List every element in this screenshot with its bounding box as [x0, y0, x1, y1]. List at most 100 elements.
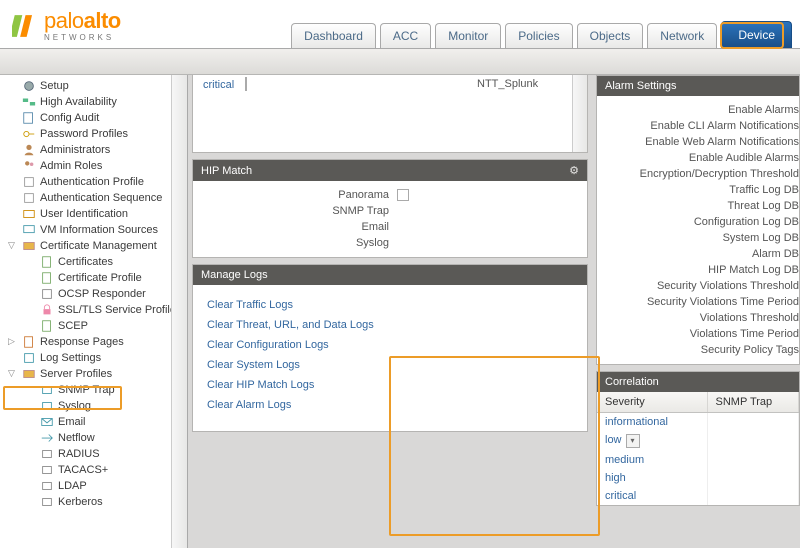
clear-alarm-logs-link[interactable]: Clear Alarm Logs — [207, 395, 573, 415]
cert-icon — [40, 271, 54, 285]
clear-traffic-logs-link[interactable]: Clear Traffic Logs — [207, 295, 573, 315]
field-label: SNMP Trap — [239, 205, 389, 217]
sidebar-item-auth-seq[interactable]: Authentication Sequence — [0, 190, 187, 206]
lock-icon — [40, 303, 54, 317]
users-icon — [22, 159, 36, 173]
alarm-settings-panel: Alarm Settings Enable Alarms Enable CLI … — [596, 75, 800, 365]
clear-system-logs-link[interactable]: Clear System Logs — [207, 355, 573, 375]
checkbox[interactable] — [245, 77, 247, 91]
ha-icon — [22, 95, 36, 109]
tab-network[interactable]: Network — [647, 23, 717, 48]
chevron-down-icon[interactable]: ▽ — [8, 368, 18, 378]
sidebar-item-syslog[interactable]: Syslog — [0, 398, 187, 414]
log-icon — [22, 351, 36, 365]
sidebar-item-ocsp[interactable]: OCSP Responder — [0, 286, 187, 302]
sidebar-item-radius[interactable]: RADIUS — [0, 446, 187, 462]
sidebar-item-vm-info[interactable]: VM Information Sources — [0, 222, 187, 238]
gear-icon[interactable]: ⚙ — [569, 164, 579, 177]
tab-monitor[interactable]: Monitor — [435, 23, 501, 48]
setting-row: Traffic Log DB — [607, 182, 799, 198]
tab-device[interactable]: Device — [721, 21, 792, 48]
setting-row: Enable Web Alarm Notifications — [607, 134, 799, 150]
tab-dashboard[interactable]: Dashboard — [291, 23, 376, 48]
header-bar: paloalto NETWORKS Dashboard ACC Monitor … — [0, 0, 800, 49]
table-row[interactable]: critical — [597, 487, 799, 505]
panel-title: HIP Match — [201, 165, 252, 177]
cert-icon — [40, 255, 54, 269]
severity-cell[interactable]: critical — [203, 78, 237, 92]
table-row[interactable]: informational — [597, 413, 799, 432]
folder-icon — [22, 239, 36, 253]
gear-icon — [22, 79, 36, 93]
sidebar-item-config-audit[interactable]: Config Audit — [0, 110, 187, 126]
scrollbar[interactable] — [572, 75, 587, 152]
tab-policies[interactable]: Policies — [505, 23, 572, 48]
sidebar-item-snmp[interactable]: SNMP Trap — [0, 382, 187, 398]
chevron-right-icon[interactable]: ▷ — [8, 336, 18, 346]
sidebar-item-scep[interactable]: SCEP — [0, 318, 187, 334]
setting-row: Enable Audible Alarms — [607, 150, 799, 166]
sidebar-item-tacacs[interactable]: TACACS+ — [0, 462, 187, 478]
sidebar-item-ldap[interactable]: LDAP — [0, 478, 187, 494]
sidebar-item-auth-profile[interactable]: Authentication Profile — [0, 174, 187, 190]
col-snmp[interactable]: SNMP Trap — [707, 392, 799, 413]
server-icon — [40, 479, 54, 493]
clear-config-logs-link[interactable]: Clear Configuration Logs — [207, 335, 573, 355]
field-label: Panorama — [239, 189, 389, 201]
auth-icon — [22, 175, 36, 189]
setting-row: Security Violations Threshold — [607, 278, 799, 294]
sidebar-item-setup[interactable]: Setup — [0, 78, 187, 94]
setting-row: Encryption/Decryption Threshold — [607, 166, 799, 182]
correlation-panel: Correlation Severity SNMP Trap informati… — [596, 371, 800, 506]
sidebar-item-user-id[interactable]: User Identification — [0, 206, 187, 222]
sidebar-item-log-settings[interactable]: Log Settings — [0, 350, 187, 366]
panel-title: Alarm Settings — [605, 80, 677, 92]
page-icon — [22, 335, 36, 349]
vm-icon — [22, 223, 36, 237]
tab-acc[interactable]: ACC — [380, 23, 431, 48]
server-icon — [40, 383, 54, 397]
sidebar-item-ha[interactable]: High Availability — [0, 94, 187, 110]
clear-threat-logs-link[interactable]: Clear Threat, URL, and Data Logs — [207, 315, 573, 335]
setting-row: Violations Time Period — [607, 326, 799, 342]
profile-cell: NTT_Splunk — [477, 78, 577, 92]
sidebar-item-cert-profile[interactable]: Certificate Profile — [0, 270, 187, 286]
panel-title: Manage Logs — [201, 269, 268, 281]
sidebar-item-administrators[interactable]: Administrators — [0, 142, 187, 158]
seq-icon — [22, 191, 36, 205]
manage-logs-panel: Manage Logs Clear Traffic Logs Clear Thr… — [192, 264, 588, 432]
table-row[interactable]: medium — [597, 451, 799, 469]
sidebar-item-password-profiles[interactable]: Password Profiles — [0, 126, 187, 142]
scrollbar[interactable] — [171, 75, 187, 548]
sidebar-item-server-profiles[interactable]: ▽Server Profiles — [0, 366, 187, 382]
field-label: Email — [239, 221, 389, 233]
setting-row: Enable CLI Alarm Notifications — [607, 118, 799, 134]
sidebar-item-ssl-tls[interactable]: SSL/TLS Service Profile — [0, 302, 187, 318]
server-icon — [40, 287, 54, 301]
tab-objects[interactable]: Objects — [577, 23, 644, 48]
sidebar-item-kerberos[interactable]: Kerberos — [0, 494, 187, 510]
brand-logo: paloalto NETWORKS — [8, 10, 121, 48]
sidebar-item-response-pages[interactable]: ▷Response Pages — [0, 334, 187, 350]
table-row[interactable]: critical NTT_Splunk — [193, 75, 587, 95]
table-row[interactable]: low▾ — [597, 431, 799, 451]
table-row[interactable]: high — [597, 469, 799, 487]
setting-row: Security Policy Tags — [607, 342, 799, 358]
checkbox[interactable] — [397, 189, 409, 201]
email-icon — [40, 415, 54, 429]
clear-hip-logs-link[interactable]: Clear HIP Match Logs — [207, 375, 573, 395]
chevron-down-icon[interactable]: ▽ — [8, 240, 18, 250]
sidebar-item-admin-roles[interactable]: Admin Roles — [0, 158, 187, 174]
dropdown-arrow-icon[interactable]: ▾ — [626, 434, 640, 448]
audit-icon — [22, 111, 36, 125]
device-sidebar: Setup High Availability Config Audit Pas… — [0, 75, 188, 548]
sidebar-item-email[interactable]: Email — [0, 414, 187, 430]
sidebar-item-cert-mgmt[interactable]: ▽Certificate Management — [0, 238, 187, 254]
cert-icon — [40, 319, 54, 333]
sidebar-item-certificates[interactable]: Certificates — [0, 254, 187, 270]
sidebar-item-netflow[interactable]: Netflow — [0, 430, 187, 446]
server-icon — [40, 463, 54, 477]
col-severity[interactable]: Severity — [597, 392, 707, 413]
brand-mark-icon — [12, 13, 38, 39]
setting-row: Threat Log DB — [607, 198, 799, 214]
